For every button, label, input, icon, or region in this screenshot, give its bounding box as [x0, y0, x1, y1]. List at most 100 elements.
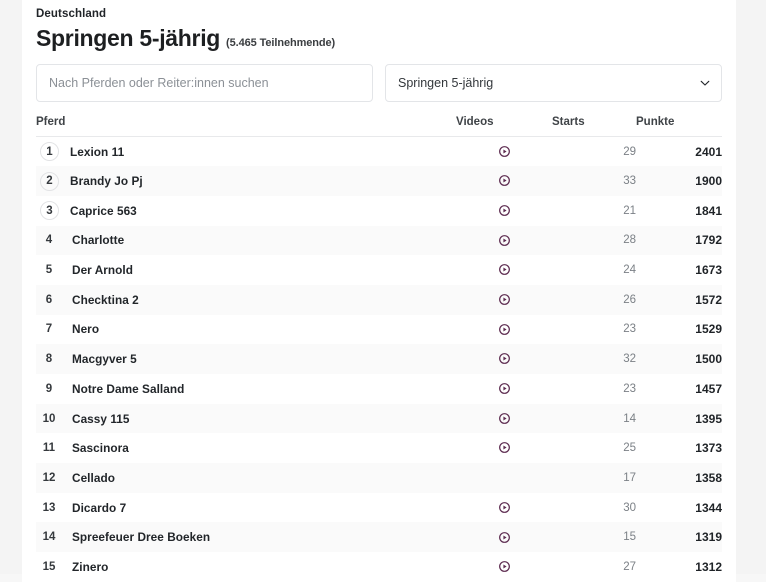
filter-bar: Springen 5-jährig [22, 52, 736, 102]
table-row[interactable]: 6Checktina 2 261572 [36, 285, 722, 315]
pferd-cell-content: 11Sascinora [36, 439, 456, 458]
table-row[interactable]: 4Charlotte281792 [36, 226, 722, 256]
table-row[interactable]: 3Caprice 563211841 [36, 196, 722, 226]
rank-badge: 6 [36, 290, 62, 309]
column-header-pferd[interactable]: Pferd [36, 116, 456, 137]
table-row[interactable]: 9Notre Dame Salland231457 [36, 374, 722, 404]
breadcrumb: Deutschland [36, 6, 722, 22]
horse-name-link[interactable]: Checktina 2 [62, 293, 139, 307]
table-row[interactable]: 11Sascinora251373 [36, 433, 722, 463]
play-circle-icon[interactable] [499, 205, 510, 216]
cell-pferd: 14Spreefeuer Dree Boeken [36, 522, 456, 552]
participants-count: (5.465 Teilnehmende) [226, 37, 335, 49]
rank-badge: 8 [36, 350, 62, 369]
cell-starts: 30 [552, 493, 636, 523]
table-header-row: Pferd Videos Starts Punkte [36, 116, 722, 137]
horse-name-link[interactable]: Spreefeuer Dree Boeken [62, 530, 210, 544]
cell-pferd: 6Checktina 2 [36, 285, 456, 315]
horse-name-link[interactable]: Sascinora [62, 441, 129, 455]
cell-starts: 26 [552, 285, 636, 315]
horse-name-link[interactable]: Dicardo 7 [62, 501, 126, 515]
rank-badge: 12 [36, 468, 62, 487]
table-row[interactable]: 5Der Arnold241673 [36, 255, 722, 285]
cell-videos [456, 285, 552, 315]
cell-pferd: 1Lexion 11 [36, 137, 456, 167]
table-row[interactable]: 15Zinero271312 [36, 552, 722, 582]
rank-badge: 5 [36, 261, 62, 280]
horse-name-link[interactable]: Notre Dame Salland [62, 382, 184, 396]
horse-name-link[interactable]: Lexion 11 [62, 145, 124, 159]
cell-videos [456, 315, 552, 345]
horse-name-link[interactable]: Cellado [62, 471, 115, 485]
left-gutter [0, 0, 22, 574]
cell-starts: 21 [552, 196, 636, 226]
table-head: Pferd Videos Starts Punkte [36, 116, 722, 137]
cell-punkte: 2401 [636, 137, 722, 167]
play-circle-icon[interactable] [499, 235, 510, 246]
cell-videos [456, 552, 552, 582]
cell-punkte: 1373 [636, 433, 722, 463]
rank-badge: 10 [36, 409, 62, 428]
table-row[interactable]: 10Cassy 115141395 [36, 404, 722, 434]
column-header-videos[interactable]: Videos [456, 116, 552, 137]
cell-starts: 27 [552, 552, 636, 582]
play-circle-icon[interactable] [499, 264, 510, 275]
table-row[interactable]: 8Macgyver 5321500 [36, 344, 722, 374]
cell-punkte: 1572 [636, 285, 722, 315]
horse-name-link[interactable]: Nero [62, 322, 99, 336]
search-input[interactable] [36, 64, 373, 102]
cell-punkte: 1457 [636, 374, 722, 404]
rank-badge-medal: 3 [40, 201, 59, 220]
cell-punkte: 1395 [636, 404, 722, 434]
horse-name-link[interactable]: Caprice 563 [62, 204, 137, 218]
play-circle-icon[interactable] [499, 383, 510, 394]
pferd-cell-content: 8Macgyver 5 [36, 350, 456, 369]
cell-pferd: 9Notre Dame Salland [36, 374, 456, 404]
horse-name-link[interactable]: Macgyver 5 [62, 352, 137, 366]
horse-name-link[interactable]: Zinero [62, 560, 108, 574]
play-circle-icon[interactable] [499, 353, 510, 364]
pferd-cell-content: 9Notre Dame Salland [36, 379, 456, 398]
rank-badge-medal: 2 [40, 172, 59, 191]
table-row[interactable]: 7Nero231529 [36, 315, 722, 345]
rank-badge: 14 [36, 528, 62, 547]
cell-pferd: 10Cassy 115 [36, 404, 456, 434]
horse-name-link[interactable]: Der Arnold [62, 263, 133, 277]
cell-videos [456, 196, 552, 226]
play-circle-icon[interactable] [499, 413, 510, 424]
table-row[interactable]: 13Dicardo 7301344 [36, 493, 722, 523]
cell-punkte: 1529 [636, 315, 722, 345]
cell-pferd: 13Dicardo 7 [36, 493, 456, 523]
cell-pferd: 4Charlotte [36, 226, 456, 256]
table-row[interactable]: 14Spreefeuer Dree Boeken151319 [36, 522, 722, 552]
column-header-punkte[interactable]: Punkte [636, 116, 722, 137]
play-circle-icon[interactable] [499, 175, 510, 186]
play-circle-icon[interactable] [499, 502, 510, 513]
cell-pferd: 15Zinero [36, 552, 456, 582]
discipline-select[interactable]: Springen 5-jährig [385, 64, 722, 102]
play-circle-icon[interactable] [499, 561, 510, 572]
horse-name-link[interactable]: Brandy Jo Pj [62, 174, 143, 188]
page-title: Springen 5-jährig [36, 24, 220, 52]
play-circle-icon[interactable] [499, 324, 510, 335]
play-circle-icon[interactable] [499, 146, 510, 157]
page-root: Deutschland Springen 5-jährig (5.465 Tei… [0, 0, 766, 574]
horse-name-link[interactable]: Cassy 115 [62, 412, 130, 426]
rank-badge: 9 [36, 379, 62, 398]
table-row[interactable]: 2Brandy Jo Pj 331900 [36, 166, 722, 196]
cell-punkte: 1792 [636, 226, 722, 256]
horse-name-link[interactable]: Charlotte [62, 233, 124, 247]
table-row[interactable]: 1Lexion 11292401 [36, 137, 722, 167]
column-header-starts[interactable]: Starts [552, 116, 636, 137]
cell-videos [456, 433, 552, 463]
table-row[interactable]: 12Cellado171358 [36, 463, 722, 493]
cell-punkte: 1319 [636, 522, 722, 552]
pferd-cell-content: 5Der Arnold [36, 261, 456, 280]
play-circle-icon[interactable] [499, 442, 510, 453]
cell-punkte: 1900 [636, 166, 722, 196]
play-circle-icon[interactable] [499, 532, 510, 543]
cell-videos [456, 166, 552, 196]
cell-starts: 33 [552, 166, 636, 196]
cell-punkte: 1358 [636, 463, 722, 493]
play-circle-icon[interactable] [499, 294, 510, 305]
